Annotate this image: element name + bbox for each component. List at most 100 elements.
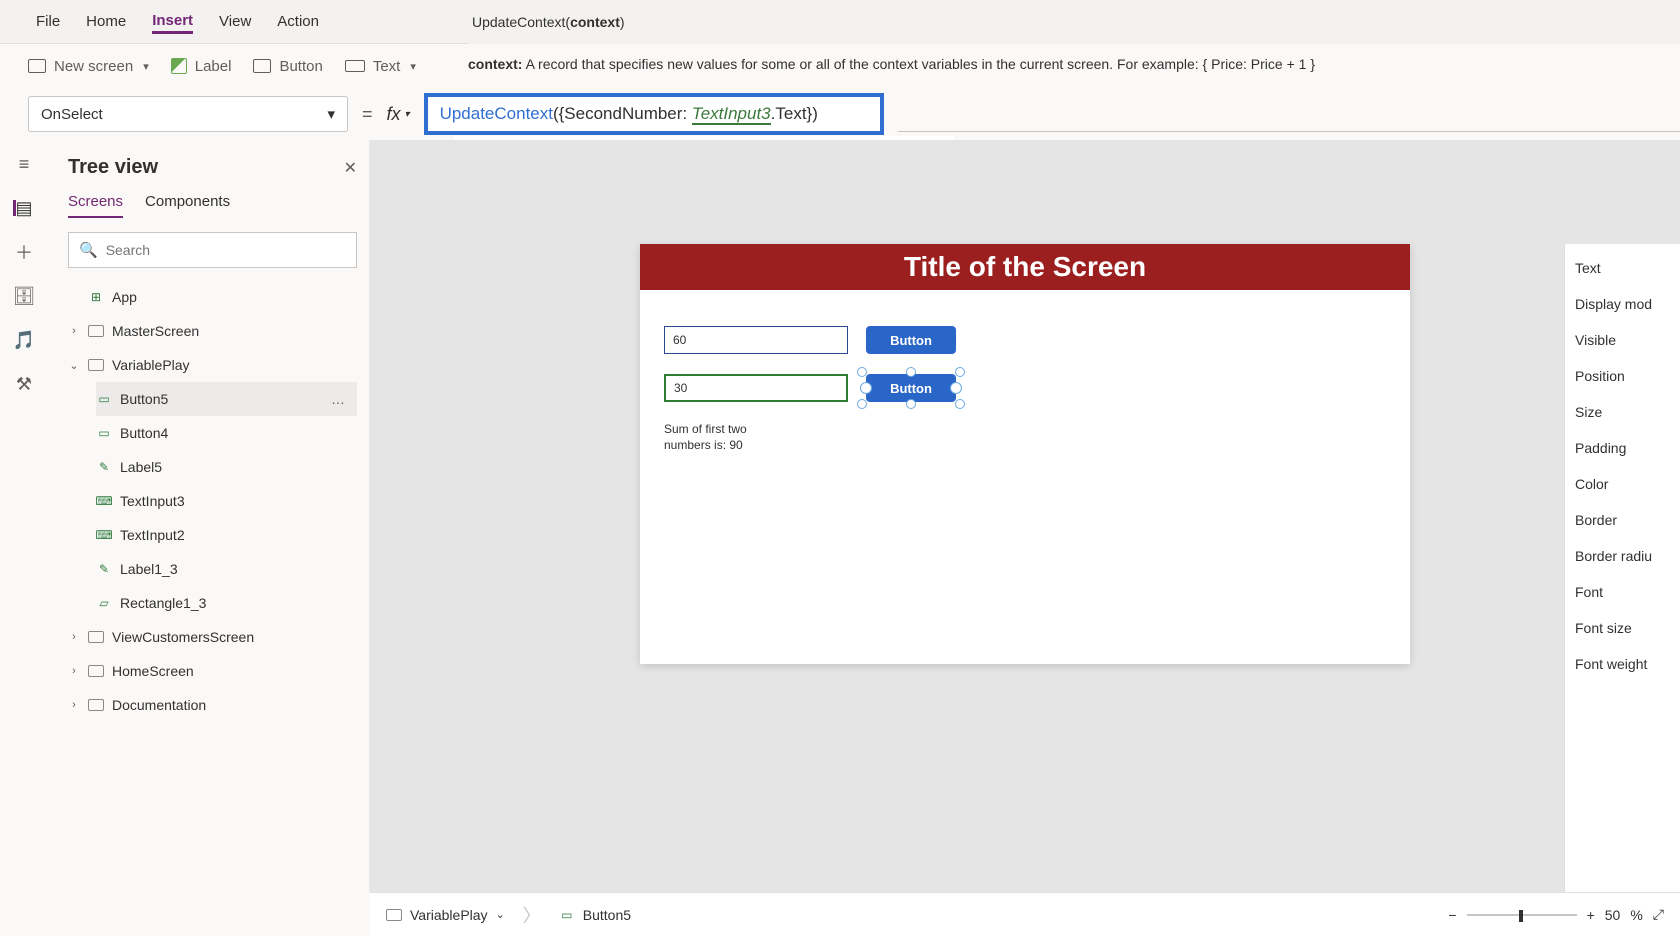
breadcrumb-control[interactable]: ▭ Button5 xyxy=(559,907,631,923)
prop-padding[interactable]: Padding xyxy=(1575,440,1670,456)
treeview-search[interactable]: 🔍 xyxy=(68,232,357,268)
screen-icon xyxy=(88,359,104,371)
node-label: ViewCustomersScreen xyxy=(112,629,254,645)
more-icon[interactable]: … xyxy=(331,391,353,407)
button-icon: ▭ xyxy=(559,908,575,922)
screen-icon xyxy=(386,909,402,921)
treeview-panel: Tree view ✕ Screens Components 🔍 › ⊞ App… xyxy=(48,140,370,892)
treeview-tabs: Screens Components xyxy=(68,193,357,218)
zoom-control: − + 50 % ⤢ xyxy=(1448,906,1664,923)
prop-fontweight[interactable]: Font weight xyxy=(1575,656,1670,672)
tree-node[interactable]: ▭ Button4 xyxy=(96,416,357,450)
tree-node-button5[interactable]: ▭ Button5 … xyxy=(96,382,357,416)
prop-position[interactable]: Position xyxy=(1575,368,1670,384)
button5-control[interactable]: Button xyxy=(866,374,956,402)
tree-node[interactable]: ⌨ TextInput2 xyxy=(96,518,357,552)
search-input[interactable] xyxy=(106,242,346,258)
formula-input[interactable]: UpdateContext({SecondNumber: TextInput3.… xyxy=(424,93,884,135)
node-label: TextInput2 xyxy=(120,527,185,543)
fx-label: fx xyxy=(387,104,401,125)
close-icon[interactable]: ✕ xyxy=(344,158,357,178)
zoom-pct: % xyxy=(1630,907,1642,923)
zoom-slider[interactable] xyxy=(1467,914,1577,916)
screen-icon xyxy=(88,699,104,711)
prop-displaymode[interactable]: Display mod xyxy=(1575,296,1670,312)
button4-control[interactable]: Button xyxy=(866,326,956,354)
breadcrumb-bar: VariablePlay ⌄ 〉 ▭ Button5 − + 50 % ⤢ xyxy=(370,892,1680,936)
button5-label: Button xyxy=(890,381,932,396)
tree-node[interactable]: › MasterScreen xyxy=(68,314,357,348)
chevron-right-icon[interactable]: › xyxy=(68,665,80,677)
chevron-right-icon[interactable]: › xyxy=(68,699,80,711)
insert-text-button[interactable]: Text ▾ xyxy=(345,58,416,75)
tree-node-app[interactable]: › ⊞ App xyxy=(68,280,357,314)
tree-node[interactable]: ▱ Rectangle1_3 xyxy=(96,586,357,620)
zoom-in-button[interactable]: + xyxy=(1587,907,1595,923)
prop-size[interactable]: Size xyxy=(1575,404,1670,420)
menu-home[interactable]: Home xyxy=(86,11,126,32)
prop-border[interactable]: Border xyxy=(1575,512,1670,528)
formula-input-rest[interactable] xyxy=(898,96,1680,132)
chevron-right-icon[interactable]: › xyxy=(68,325,80,337)
insert-button-button[interactable]: Button xyxy=(253,58,322,75)
hamburger-icon[interactable]: ≡ xyxy=(14,156,34,172)
menu-file[interactable]: File xyxy=(36,11,60,32)
property-dropdown[interactable]: OnSelect ▾ xyxy=(28,96,348,132)
equals-sign: = xyxy=(362,104,373,125)
properties-panel: Text Display mod Visible Position Size P… xyxy=(1564,244,1680,892)
menu-action[interactable]: Action xyxy=(277,11,319,32)
breadcrumb-screen[interactable]: VariablePlay ⌄ xyxy=(386,907,505,923)
chevron-right-icon[interactable]: › xyxy=(68,631,80,643)
zoom-out-button[interactable]: − xyxy=(1448,907,1456,923)
menu-insert[interactable]: Insert xyxy=(152,10,193,34)
tree-node[interactable]: › ViewCustomersScreen xyxy=(68,620,357,654)
breadcrumb-screen-label: VariablePlay xyxy=(410,907,488,923)
tree-node[interactable]: ✎ Label5 xyxy=(96,450,357,484)
treeview-title: Tree view xyxy=(68,156,158,179)
tab-components[interactable]: Components xyxy=(145,193,230,218)
left-rail: ≡ ▤ ＋ 🗄 🎵 ⚒ xyxy=(0,140,48,936)
formula-bar: OnSelect ▾ = fx ▾ UpdateContext({SecondN… xyxy=(28,94,1680,134)
fx-button[interactable]: fx ▾ xyxy=(387,104,410,125)
tree-node[interactable]: ⌨ TextInput3 xyxy=(96,484,357,518)
prop-borderradius[interactable]: Border radiu xyxy=(1575,548,1670,564)
insert-label-button[interactable]: Label xyxy=(171,58,232,75)
plus-icon[interactable]: ＋ xyxy=(14,244,34,260)
treeview-icon[interactable]: ▤ xyxy=(13,200,33,216)
treeview-list: › ⊞ App › MasterScreen ⌄ VariablePlay ▭ … xyxy=(68,280,357,722)
textinput3-control[interactable]: 30 xyxy=(664,374,848,402)
textinput-icon: ⌨ xyxy=(96,494,112,508)
new-screen-button[interactable]: New screen ▾ xyxy=(28,58,149,75)
menu-view[interactable]: View xyxy=(219,11,251,32)
fit-button[interactable]: ⤢ xyxy=(1653,906,1664,923)
tab-screens[interactable]: Screens xyxy=(68,193,123,218)
tree-node[interactable]: › Documentation xyxy=(68,688,357,722)
tree-node[interactable]: › HomeScreen xyxy=(68,654,357,688)
canvas-screen[interactable]: Title of the Screen 60 Button 30 Button … xyxy=(640,244,1410,664)
search-icon: 🔍 xyxy=(79,241,98,259)
tools-icon[interactable]: ⚒ xyxy=(14,376,34,392)
node-label: Button4 xyxy=(120,425,168,441)
prop-text[interactable]: Text xyxy=(1575,260,1670,276)
label-icon xyxy=(171,58,187,74)
screen-icon xyxy=(88,325,104,337)
prop-fontsize[interactable]: Font size xyxy=(1575,620,1670,636)
screen-icon xyxy=(88,665,104,677)
app-label: App xyxy=(112,289,137,305)
data-icon[interactable]: 🗄 xyxy=(14,288,34,304)
tree-node[interactable]: ⌄ VariablePlay xyxy=(68,348,357,382)
tree-node[interactable]: ✎ Label1_3 xyxy=(96,552,357,586)
tree-children: ▭ Button5 … ▭ Button4 ✎ Label5 ⌨ TextInp… xyxy=(68,382,357,620)
textinput2-control[interactable]: 60 xyxy=(664,326,848,354)
sum-label: Sum of first two numbers is: 90 xyxy=(664,422,754,453)
prop-font[interactable]: Font xyxy=(1575,584,1670,600)
node-label: TextInput3 xyxy=(120,493,185,509)
canvas-area[interactable]: Title of the Screen 60 Button 30 Button … xyxy=(370,140,1680,892)
prop-color[interactable]: Color xyxy=(1575,476,1670,492)
media-icon[interactable]: 🎵 xyxy=(14,332,34,348)
chevron-down-icon: ▾ xyxy=(405,109,410,120)
prop-visible[interactable]: Visible xyxy=(1575,332,1670,348)
chevron-down-icon[interactable]: ⌄ xyxy=(68,359,80,372)
chevron-down-icon: ▾ xyxy=(327,105,335,123)
new-screen-label: New screen xyxy=(54,58,133,75)
